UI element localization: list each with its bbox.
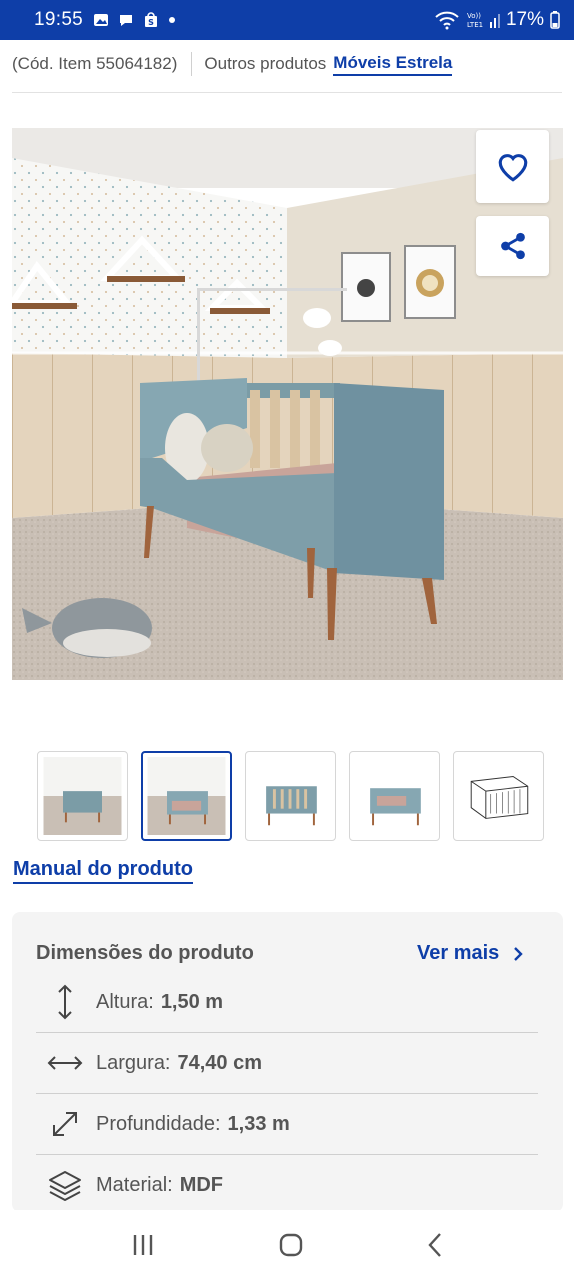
- dimension-value: 1,33 m: [227, 1112, 290, 1135]
- thumbnail-4[interactable]: [349, 751, 440, 841]
- product-main-image[interactable]: [12, 128, 563, 680]
- favorite-button[interactable]: [476, 130, 549, 203]
- thumbnail-3[interactable]: [245, 751, 336, 841]
- battery-percent: 17%: [505, 9, 544, 30]
- dimension-value: 74,40 cm: [177, 1051, 263, 1074]
- dimensions-title: Dimensões do produto: [36, 942, 254, 964]
- see-more-button[interactable]: Ver mais: [417, 942, 523, 965]
- dimension-label: Altura:: [96, 990, 154, 1013]
- crib-thumbnail: [355, 757, 434, 835]
- dimension-row-width: Largura: 74,40 cm: [36, 1033, 538, 1094]
- svg-text:S: S: [148, 18, 154, 27]
- dot-icon: [169, 17, 176, 23]
- dimensions-card: Dimensões do produto Ver mais Altura: 1,…: [12, 912, 563, 1212]
- brand-link[interactable]: Móveis Estrela: [333, 53, 453, 76]
- divider: [12, 92, 562, 93]
- chevron-right-icon: [514, 946, 523, 961]
- thumbnail-5[interactable]: [453, 751, 544, 841]
- wifi-icon: [435, 11, 459, 30]
- item-header: (Cód. Item 55064182) Outros produtos Móv…: [12, 50, 453, 78]
- svg-text:Vo)): Vo)): [467, 12, 481, 20]
- chat-icon: [120, 15, 133, 26]
- dimension-label: Profundidade:: [96, 1112, 221, 1135]
- home-icon[interactable]: [278, 1232, 304, 1258]
- crib-room-illustration: [12, 128, 563, 680]
- dimension-row-depth: Profundidade: 1,33 m: [36, 1094, 538, 1155]
- dimension-label: Largura:: [96, 1051, 171, 1074]
- system-nav-bar: [0, 1210, 574, 1280]
- crib-thumbnail: [251, 757, 330, 835]
- dimension-row-height: Altura: 1,50 m: [36, 972, 538, 1033]
- share-button[interactable]: [476, 216, 549, 276]
- divider: [191, 52, 193, 76]
- dimension-value: 1,50 m: [160, 990, 224, 1013]
- status-time: 19:55: [34, 9, 84, 30]
- other-products-label: Outros produtos: [204, 54, 327, 73]
- width-arrow-icon: [47, 1056, 83, 1070]
- crib-room-thumbnail: [43, 757, 122, 835]
- layers-icon: [49, 1170, 81, 1201]
- notification-icons: S: [93, 12, 176, 28]
- dimension-label: Material:: [96, 1174, 173, 1196]
- thumbnail-2[interactable]: [141, 751, 232, 841]
- status-bar: 19:55 S Vo)) LTE1 17%: [0, 0, 574, 40]
- recent-apps-icon[interactable]: [131, 1233, 155, 1257]
- see-more-label: Ver mais: [417, 942, 500, 964]
- crib-room-thumbnail: [147, 757, 226, 835]
- thumbnail-1[interactable]: [37, 751, 128, 841]
- height-arrow-icon: [58, 984, 72, 1020]
- crib-diagram-thumbnail: [459, 757, 538, 835]
- back-icon[interactable]: [427, 1232, 443, 1258]
- gallery-icon: [94, 14, 109, 26]
- dimension-row-material: Material: MDF: [36, 1155, 538, 1216]
- thumbnail-strip: [37, 751, 544, 841]
- shopping-bag-icon: S: [145, 12, 158, 27]
- diagonal-arrow-icon: [53, 1112, 77, 1136]
- svg-text:LTE1: LTE1: [467, 21, 483, 29]
- heart-icon: [498, 153, 527, 182]
- product-manual-link[interactable]: Manual do produto: [13, 858, 193, 884]
- item-code: (Cód. Item 55064182): [12, 54, 178, 73]
- share-icon: [500, 232, 525, 260]
- battery-icon: [550, 11, 560, 29]
- lte-signal-icon: Vo))LTE1: [467, 12, 500, 29]
- dimension-value: MDF: [179, 1174, 224, 1196]
